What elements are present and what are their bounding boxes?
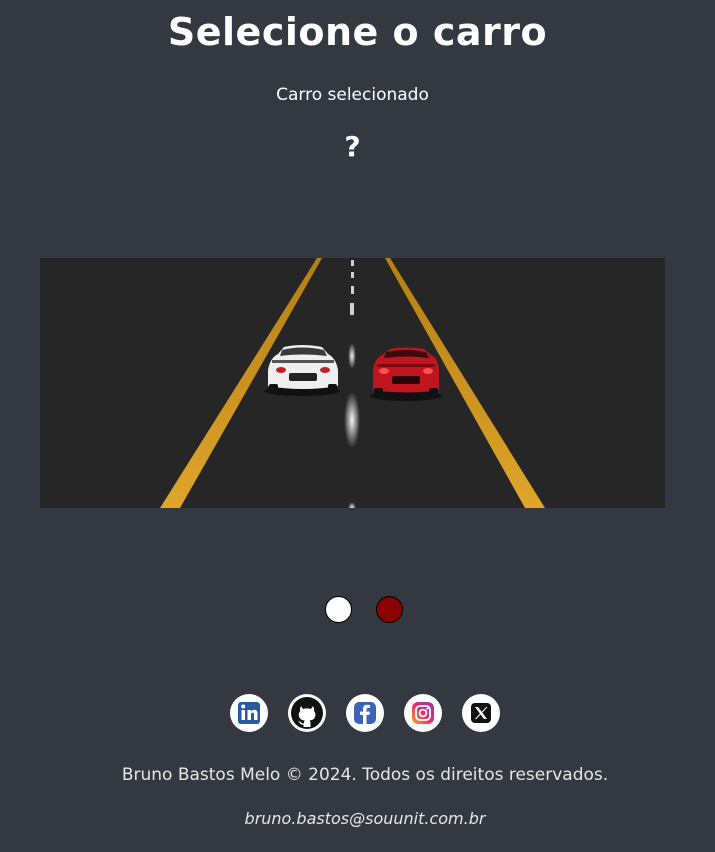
dark-red-color-option[interactable] xyxy=(376,596,403,623)
page-title: Selecione o carro xyxy=(167,10,548,54)
selected-car-value: ? xyxy=(344,130,361,163)
road-illustration xyxy=(40,258,665,508)
facebook-link[interactable] xyxy=(346,694,384,732)
github-icon xyxy=(291,697,323,729)
email-link[interactable]: bruno.bastos@souunit.com.br xyxy=(0,809,715,828)
selected-car-label: Carro selecionado xyxy=(276,85,429,105)
linkedin-icon xyxy=(238,702,260,724)
x-link[interactable] xyxy=(462,694,500,732)
facebook-icon xyxy=(354,702,376,724)
white-color-option[interactable] xyxy=(325,596,352,623)
linkedin-link[interactable] xyxy=(230,694,268,732)
copyright-text: Bruno Bastos Melo © 2024. Todos os direi… xyxy=(121,765,609,785)
github-link[interactable] xyxy=(288,694,326,732)
road-scene xyxy=(40,258,665,508)
x-icon xyxy=(471,703,491,723)
instagram-icon xyxy=(412,702,434,724)
instagram-link[interactable] xyxy=(404,694,442,732)
page: Selecione o carro Carro selecionado ? Br… xyxy=(0,0,715,852)
